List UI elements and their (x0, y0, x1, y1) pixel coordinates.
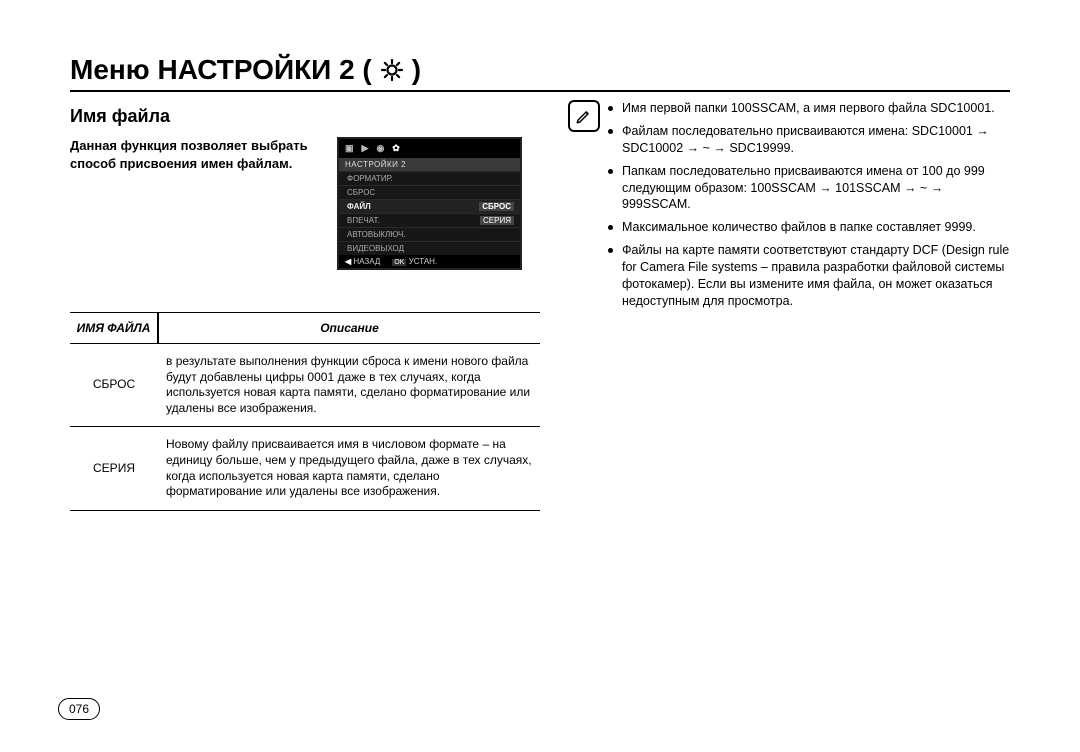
title-prefix: Меню НАСТРОЙКИ 2 ( (70, 54, 372, 86)
note-item: Папкам последовательно присваиваются име… (608, 163, 1010, 214)
lcd-menu-row: ВПЕЧАТ. СЕРИЯ (339, 213, 520, 227)
set-label: УСТАН. (409, 257, 438, 266)
title-suffix: ) (412, 54, 421, 86)
note-item: Имя первой папки 100SSCAM, а имя первого… (608, 100, 1010, 117)
desc-cell: в результате выполнения функции сброса к… (158, 344, 540, 427)
options-tbody: СБРОСв результате выполнения функции сбр… (70, 344, 540, 511)
mode-cell: СЕРИЯ (70, 427, 158, 510)
lcd-row-label: ВИДЕОВЫХОД (347, 244, 404, 253)
lcd-row-label: ВПЕЧАТ. (347, 216, 380, 225)
lcd-menu-row: ФОРМАТИР. (339, 171, 520, 185)
lcd-menu-row: АВТОВЫКЛЮЧ. (339, 227, 520, 241)
note-item: Максимальное количество файлов в папке с… (608, 219, 1010, 236)
pencil-icon (568, 100, 600, 132)
camera-lcd: ▣ ▶ ◉ ✿ НАСТРОЙКИ 2 ФОРМАТИР. СБРОС ФАЙЛ СБ… (337, 137, 522, 270)
back-arrow-icon: ◀ (345, 257, 351, 266)
lcd-menu-row: ФАЙЛ СБРОС (339, 199, 520, 213)
lcd-row-label: АВТОВЫКЛЮЧ. (347, 230, 406, 239)
col2-head: Описание (158, 313, 540, 344)
note-item: Файлам последовательно присваиваются име… (608, 123, 1010, 157)
note-item: Файлы на карте памяти соответствуют стан… (608, 242, 1010, 310)
page-title: Меню НАСТРОЙКИ 2 ( ) (70, 54, 1010, 86)
back-label: НАЗАД (353, 257, 380, 266)
table-row: СБРОСв результате выполнения функции сбр… (70, 344, 540, 427)
lcd-row-value: СЕРИЯ (480, 216, 514, 225)
play-icon: ▶ (362, 143, 369, 154)
lcd-row-value: СБРОС (479, 202, 514, 211)
note-list: Имя первой папки 100SSCAM, а имя первого… (608, 100, 1010, 316)
lcd-row-label: ФОРМАТИР. (347, 174, 393, 183)
lcd-menu-row: СБРОС (339, 185, 520, 199)
gear2-icon: ✿ (392, 143, 400, 154)
lcd-tab-icons: ▣ ▶ ◉ ✿ (339, 139, 520, 158)
intro-text: Данная функция позволяет выбрать способ … (70, 137, 325, 172)
camera-icon: ▣ (345, 143, 354, 154)
gear-icon (380, 58, 404, 82)
lcd-menu: ФОРМАТИР. СБРОС ФАЙЛ СБРОС ВПЕЧАТ. СЕРИЯ АВТОВ… (339, 171, 520, 255)
section-heading: Имя файла (70, 106, 540, 127)
lcd-tab-head: НАСТРОЙКИ 2 (339, 158, 520, 171)
lcd-row-label: ФАЙЛ (347, 202, 371, 211)
lcd-bottom: ◀ НАЗАД OK УСТАН. (339, 255, 520, 268)
col1-head: ИМЯ ФАЙЛА (70, 313, 158, 344)
page-number: 076 (58, 698, 100, 720)
desc-cell: Новому файлу присваивается имя в числово… (158, 427, 540, 510)
mode-cell: СБРОС (70, 344, 158, 427)
sound-icon: ◉ (376, 143, 384, 154)
table-row: СЕРИЯНовому файлу присваивается имя в чи… (70, 427, 540, 510)
lcd-menu-row: ВИДЕОВЫХОД (339, 241, 520, 255)
options-table: ИМЯ ФАЙЛА Описание СБРОСв результате вып… (70, 312, 540, 511)
ok-badge: OK (392, 259, 406, 266)
lcd-row-label: СБРОС (347, 188, 375, 197)
